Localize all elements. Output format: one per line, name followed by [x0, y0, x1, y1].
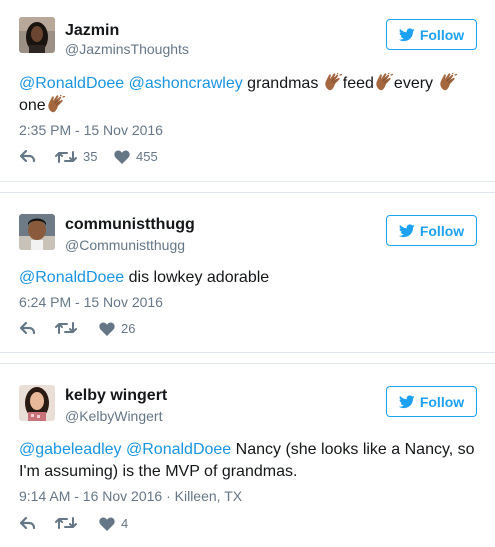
- clap-emoji-icon: [438, 73, 458, 91]
- mention-link[interactable]: @RonaldDoee: [19, 75, 124, 92]
- tweet-actions: 35 455: [19, 149, 319, 169]
- reply-icon: [19, 516, 37, 530]
- like-count: 26: [121, 321, 136, 336]
- tweet-text: @RonaldDoee @ashoncrawley grandmas feed e…: [19, 73, 481, 117]
- like-count: 455: [136, 149, 158, 164]
- tweet-3: kelby wingert @KelbyWingert Follow @gabe…: [0, 365, 495, 547]
- username[interactable]: @Communistthugg: [65, 237, 185, 253]
- like-count: 4: [121, 516, 129, 531]
- avatar[interactable]: [19, 17, 55, 53]
- avatar[interactable]: [19, 385, 55, 421]
- clap-emoji-icon: [323, 73, 343, 91]
- follow-button[interactable]: Follow: [386, 215, 477, 246]
- username[interactable]: @JazminsThoughts: [65, 41, 189, 57]
- retweet-button[interactable]: [55, 321, 83, 335]
- tweet-text-part: dis lowkey adorable: [124, 269, 270, 286]
- follow-button-label: Follow: [419, 222, 465, 239]
- timestamp[interactable]: 9:14 AM - 16 Nov 2016 · Killeen, TX: [19, 488, 242, 504]
- retweet-icon: [55, 516, 77, 530]
- mention-link[interactable]: @RonaldDoee: [19, 269, 124, 286]
- tweet-actions: 26: [19, 321, 319, 341]
- retweet-button[interactable]: [55, 516, 83, 530]
- retweet-count: 35: [83, 149, 98, 164]
- mention-link[interactable]: @ashoncrawley: [129, 75, 243, 92]
- bird-icon: [399, 28, 415, 42]
- reply-button[interactable]: [19, 516, 37, 530]
- reply-icon: [19, 321, 37, 335]
- tweet-1: Jazmin @JazminsThoughts Follow @RonaldDo…: [0, 0, 495, 181]
- avatar[interactable]: [19, 214, 55, 250]
- display-name[interactable]: Jazmin: [65, 22, 119, 40]
- bird-icon: [399, 395, 415, 409]
- display-name[interactable]: communistthugg: [65, 216, 195, 234]
- tweet-text: @RonaldDoee dis lowkey adorable: [19, 267, 481, 289]
- mention-link[interactable]: @RonaldDoee: [126, 441, 231, 458]
- username[interactable]: @KelbyWingert: [65, 408, 162, 424]
- bird-icon: [399, 224, 415, 238]
- timestamp[interactable]: 6:24 PM - 15 Nov 2016: [19, 294, 163, 310]
- tweet-text-part: feed: [342, 75, 374, 92]
- follow-button-label: Follow: [419, 393, 465, 410]
- reply-icon: [19, 149, 37, 163]
- reply-button[interactable]: [19, 321, 37, 335]
- like-button[interactable]: 455: [114, 149, 158, 164]
- mention-link[interactable]: @gabeleadley: [19, 441, 122, 458]
- tweet-text-part: grandmas: [242, 75, 323, 92]
- timestamp[interactable]: 2:35 PM - 15 Nov 2016: [19, 122, 163, 138]
- display-name[interactable]: kelby wingert: [65, 387, 167, 405]
- tweet-separator: [0, 181, 495, 193]
- tweet-separator: [0, 352, 495, 364]
- retweet-button[interactable]: 35: [55, 149, 97, 164]
- retweet-icon: [55, 150, 77, 164]
- clap-emoji-icon: [374, 73, 394, 91]
- follow-button-label: Follow: [419, 26, 465, 43]
- tweet-text: @gabeleadley @RonaldDoee Nancy (she look…: [19, 439, 481, 483]
- clap-emoji-icon: [46, 95, 66, 113]
- like-button[interactable]: 26: [99, 321, 135, 336]
- heart-icon: [114, 150, 130, 164]
- like-button[interactable]: 4: [99, 516, 128, 531]
- reply-button[interactable]: [19, 149, 37, 163]
- tweet-actions: 4: [19, 516, 319, 536]
- retweet-icon: [55, 321, 77, 335]
- tweet-text-part: one: [19, 97, 46, 114]
- tweet-text-part: every: [393, 75, 434, 92]
- follow-button[interactable]: Follow: [386, 19, 477, 50]
- heart-icon: [99, 322, 115, 336]
- heart-icon: [99, 517, 115, 531]
- tweet-2: communistthugg @Communistthugg Follow @R…: [0, 194, 495, 352]
- follow-button[interactable]: Follow: [386, 386, 477, 417]
